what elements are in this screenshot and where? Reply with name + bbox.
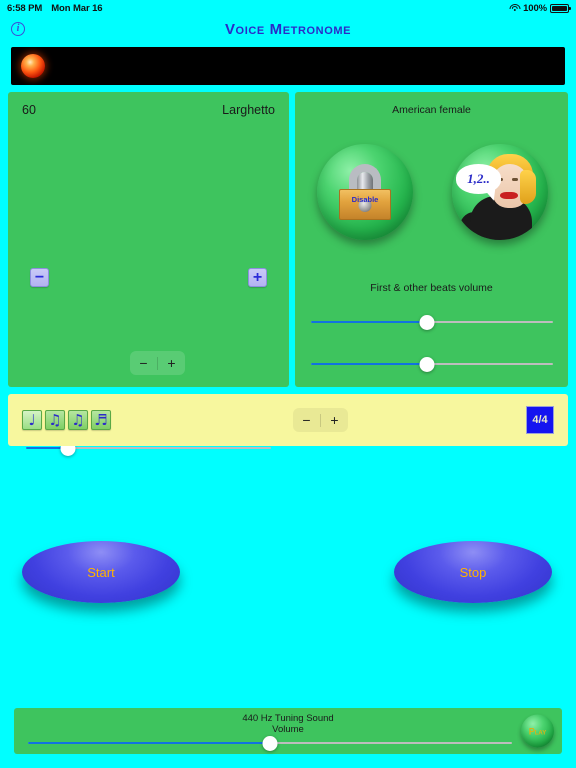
- lock-disable-button[interactable]: Disable: [317, 144, 413, 240]
- tuning-label-line2: Volume: [272, 724, 304, 735]
- wifi-icon: [509, 3, 521, 13]
- tuning-slider-fill: [28, 742, 270, 744]
- voice-name-label: American female: [392, 104, 471, 116]
- tuning-play-button[interactable]: Play: [521, 714, 554, 748]
- first-beat-slider-knob[interactable]: [419, 314, 435, 330]
- beat-display-bar: [11, 47, 565, 85]
- time-signature-button[interactable]: 4/4: [526, 406, 554, 434]
- beat-indicator-led: [21, 54, 45, 78]
- info-circle-icon[interactable]: i: [11, 22, 25, 36]
- other-beats-volume-slider[interactable]: [311, 356, 553, 372]
- other-beats-slider-fill: [311, 363, 428, 365]
- panels-row: 60 Larghetto − + − + American female Dis…: [8, 92, 568, 456]
- beats-stepper-plus[interactable]: +: [321, 408, 348, 432]
- other-beats-slider-knob[interactable]: [419, 356, 435, 372]
- title-bar: i Voice Metronome: [0, 16, 576, 42]
- tempo-panel: 60 Larghetto − + − +: [8, 92, 289, 456]
- status-time: 6:58 PM: [7, 2, 43, 14]
- first-beat-slider-fill: [311, 321, 428, 323]
- beats-stepper-minus[interactable]: −: [293, 408, 320, 432]
- voice-count-button[interactable]: 1,2..: [452, 144, 548, 240]
- tuning-volume-slider[interactable]: [28, 735, 512, 751]
- tuning-label-line1: 440 Hz Tuning Sound: [242, 713, 334, 724]
- padlock-icon: Disable: [339, 164, 391, 220]
- triplet-notes-button[interactable]: ♫: [68, 410, 88, 430]
- battery-full-icon: [550, 3, 571, 13]
- tuning-panel: 440 Hz Tuning Sound Volume Play: [14, 708, 562, 754]
- speaking-woman-icon: 1,2..: [454, 146, 546, 240]
- tempo-decrease-button[interactable]: −: [30, 268, 49, 287]
- quarter-note-button[interactable]: ♩: [22, 410, 42, 430]
- app-screen: 6:58 PM Mon Mar 16 100% i Voice Metronom…: [0, 0, 576, 768]
- eighth-notes-button[interactable]: ♫: [45, 410, 65, 430]
- tuning-slider-knob[interactable]: [262, 735, 278, 751]
- note-value-group: ♩ ♫ ♫ ♬: [22, 410, 111, 430]
- start-button[interactable]: Start: [22, 541, 180, 603]
- status-bar: 6:58 PM Mon Mar 16 100%: [0, 0, 576, 16]
- voice-count-label: 1,2..: [456, 164, 501, 194]
- first-beat-volume-slider[interactable]: [311, 314, 553, 330]
- stop-button[interactable]: Stop: [394, 541, 552, 603]
- tempo-stepper[interactable]: − +: [130, 351, 185, 375]
- tempo-name-label: Larghetto: [222, 103, 275, 117]
- battery-percent-label: 100%: [523, 2, 547, 14]
- voice-panel: American female Disable 1,2.. First & ot…: [295, 92, 568, 387]
- tuning-label: 440 Hz Tuning Sound Volume: [14, 713, 562, 735]
- status-date: Mon Mar 16: [51, 2, 103, 14]
- tempo-stepper-plus[interactable]: +: [158, 351, 185, 375]
- beats-volume-label: First & other beats volume: [370, 282, 493, 294]
- tempo-increase-button[interactable]: +: [248, 268, 267, 287]
- lock-button-label: Disable: [351, 195, 379, 204]
- subdivision-bar: ♩ ♫ ♫ ♬ − + 4/4: [8, 394, 568, 446]
- status-right-cluster: 100%: [509, 2, 571, 14]
- sixteenth-notes-button[interactable]: ♬: [91, 410, 111, 430]
- page-title: Voice Metronome: [224, 20, 352, 38]
- tempo-stepper-minus[interactable]: −: [130, 351, 157, 375]
- bpm-value: 60: [22, 103, 36, 117]
- beats-stepper[interactable]: − +: [293, 408, 348, 432]
